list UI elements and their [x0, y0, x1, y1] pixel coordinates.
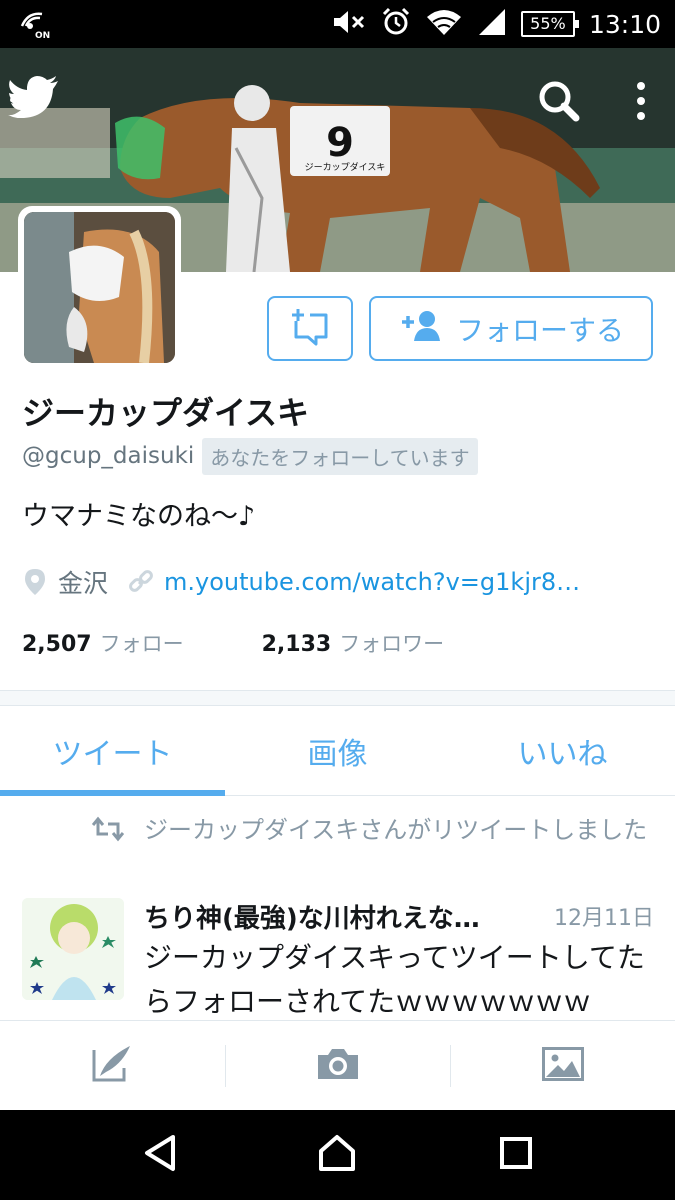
tweet-avatar-image: [22, 898, 124, 1000]
nfc-label: ON: [35, 31, 50, 40]
triangle-back-icon: [141, 1133, 177, 1177]
tab-tweets[interactable]: ツイート: [0, 706, 225, 796]
user-handle: @gcup_daisuki: [22, 443, 195, 469]
banner-bib-text: ジーカップダイスキ: [305, 161, 386, 173]
follow-stats: 2,507 フォロー 2,133 フォロワー: [22, 626, 444, 660]
camera-button[interactable]: [225, 1021, 450, 1110]
followers-count: 2,133: [261, 632, 332, 657]
profile-bio: ウマナミなのね〜♪: [22, 501, 256, 532]
more-options-button[interactable]: [626, 78, 656, 124]
profile-location: 金沢: [58, 569, 109, 598]
back-button[interactable]: ‹: [8, 76, 98, 120]
tweet-author-name[interactable]: ちり神(最強)な川村れえな…: [144, 898, 524, 935]
link-icon: [128, 567, 154, 597]
profile-tabs: ツイート 画像 いいね: [0, 706, 675, 796]
alarm-icon: [381, 7, 411, 41]
compose-tweet-button[interactable]: [0, 1021, 225, 1110]
following-count: 2,507: [22, 632, 92, 657]
tweet-header: ちり神(最強)な川村れえな… 12月11日: [144, 896, 654, 936]
retweet-context: ジーカップダイスキさんがリツイートしました: [91, 814, 652, 847]
followers-stat[interactable]: 2,133 フォロワー: [262, 628, 445, 658]
handle-row: @gcup_daisuki あなたをフォローしています: [22, 437, 478, 475]
nav-back-button[interactable]: [129, 1125, 189, 1185]
tweet-text: ジーカップダイスキってツイートしてたらフォローされてたｗｗｗｗｗｗｗ: [144, 941, 645, 1018]
tweet-date: 12月11日: [554, 906, 654, 931]
signal-icon: [477, 7, 507, 41]
home-icon: [317, 1133, 357, 1177]
profile-url-link[interactable]: m.youtube.com/watch?v=g1kjr8…: [164, 568, 584, 596]
compose-tweet-icon: [92, 1044, 134, 1088]
location-pin-icon: [22, 567, 48, 597]
wifi-icon: [425, 7, 463, 41]
retweet-notice: ジーカップダイスキさんがリツイートしました: [144, 816, 648, 844]
avatar-image: [24, 212, 175, 363]
search-button[interactable]: [536, 78, 582, 124]
nfc-on-icon: ON: [18, 8, 52, 41]
add-user-icon: [398, 308, 442, 349]
tab-media[interactable]: 画像: [225, 706, 450, 795]
compose-bar: [0, 1020, 675, 1110]
profile-meta: 金沢 m.youtube.com/watch?v=g1kjr8…: [22, 562, 584, 602]
tab-likes[interactable]: いいね: [450, 706, 675, 795]
recents-square-icon: [498, 1135, 534, 1175]
image-button[interactable]: [450, 1021, 675, 1110]
follow-button-label: フォローする: [455, 313, 624, 347]
battery-indicator: 55%: [520, 11, 579, 37]
following-stat[interactable]: 2,507 フォロー: [22, 628, 184, 658]
follows-you-badge: あなたをフォローしています: [202, 437, 478, 475]
profile-avatar[interactable]: [18, 206, 181, 369]
android-nav-bar: [0, 1110, 675, 1200]
nav-home-button[interactable]: [307, 1125, 367, 1185]
following-label: フォロー: [99, 632, 184, 656]
mute-icon: [331, 7, 367, 41]
image-icon: [541, 1046, 584, 1085]
direct-message-button[interactable]: [267, 296, 353, 361]
retweet-icon: [91, 816, 125, 846]
section-divider: [0, 690, 675, 706]
followers-label: フォロワー: [339, 632, 445, 656]
display-name: ジーカップダイスキ: [22, 394, 310, 432]
status-bar: ON 55% 13:10: [0, 0, 675, 48]
nav-recents-button[interactable]: [486, 1125, 546, 1185]
add-to-list-icon: [288, 307, 332, 351]
follow-button[interactable]: フォローする: [369, 296, 653, 361]
clock: 13:10: [588, 9, 661, 39]
camera-icon: [316, 1047, 360, 1085]
tweet-author-avatar[interactable]: [22, 898, 124, 1000]
